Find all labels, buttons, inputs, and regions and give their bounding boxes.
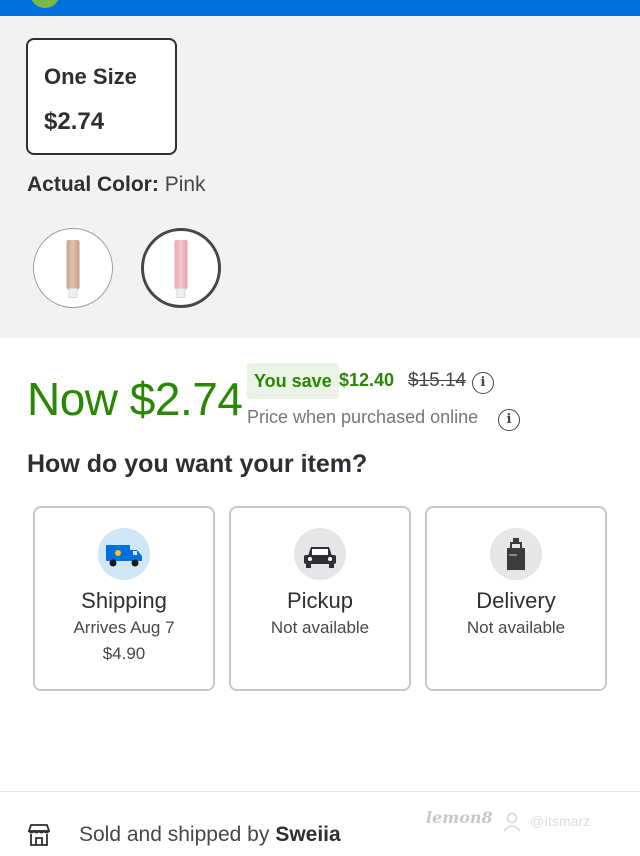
actual-color-row: Actual Color: Pink	[27, 173, 206, 197]
app-logo-icon	[30, 0, 60, 8]
info-icon[interactable]: i	[498, 409, 520, 431]
you-save-badge: You save	[247, 363, 339, 399]
delivery-option-card[interactable]: Delivery Not available	[425, 506, 607, 691]
sold-by-prefix: Sold and shipped by	[79, 823, 270, 846]
product-thumbnail	[66, 240, 80, 290]
color-swatch-pink[interactable]	[141, 228, 221, 308]
bag-icon	[490, 528, 542, 580]
top-app-bar	[0, 0, 640, 16]
pickup-title: Pickup	[286, 588, 354, 613]
shipping-arrival: Arrives Aug 7	[73, 618, 175, 637]
product-cap	[176, 288, 186, 298]
sold-shipped-by: Sold and shipped by Sweiia	[79, 823, 341, 847]
info-icon[interactable]: i	[472, 372, 494, 394]
pickup-option-card[interactable]: Pickup Not available	[229, 506, 411, 691]
delivery-title: Delivery	[476, 588, 556, 613]
delivery-status: Not available	[466, 618, 566, 637]
shipping-option-card[interactable]: Shipping Arrives Aug 7 $4.90	[33, 506, 215, 691]
car-icon	[294, 528, 346, 580]
now-price: Now $2.74	[27, 373, 243, 425]
size-option-name: One Size	[44, 64, 137, 89]
shipping-price: $4.90	[102, 644, 146, 663]
pickup-status: Not available	[270, 618, 370, 637]
fulfillment-question: How do you want your item?	[27, 450, 368, 478]
color-swatch-nude[interactable]	[33, 228, 113, 308]
actual-color-label: Actual Color:	[27, 173, 159, 196]
size-option-card[interactable]: One Size $2.74	[26, 38, 177, 155]
size-option-price: $2.74	[44, 108, 105, 135]
variant-section: One Size $2.74 Actual Color: Pink	[0, 16, 640, 338]
divider	[0, 791, 640, 792]
lemon8-watermark-logo: lemon8	[426, 808, 493, 827]
user-icon	[503, 812, 521, 832]
store-icon	[27, 823, 51, 847]
product-thumbnail	[174, 240, 188, 290]
was-price: $15.14	[408, 370, 467, 391]
truck-icon	[98, 528, 150, 580]
actual-color-value: Pink	[164, 173, 206, 196]
shipping-title: Shipping	[81, 588, 167, 613]
product-cap	[68, 288, 78, 298]
save-amount: $12.40	[339, 370, 395, 390]
watermark-username: @Itsmarz	[530, 813, 591, 829]
seller-name-link[interactable]: Sweiia	[275, 823, 340, 846]
online-price-note: Price when purchased online	[247, 407, 479, 427]
